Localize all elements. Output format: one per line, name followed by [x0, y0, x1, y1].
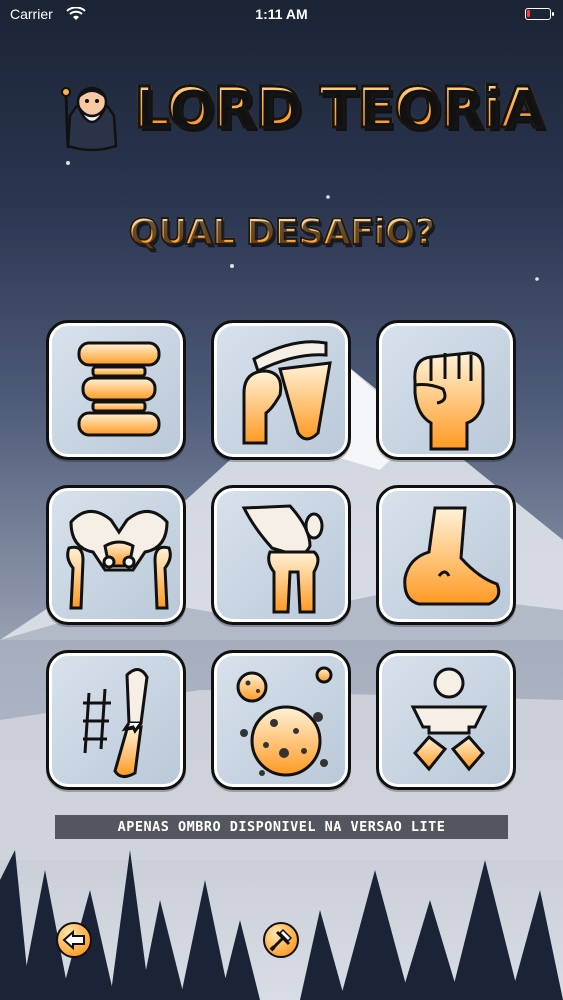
battery-icon	[525, 8, 554, 20]
shoulder-icon	[242, 340, 332, 445]
back-button[interactable]	[56, 922, 92, 958]
clock: 1:11 AM	[255, 6, 308, 22]
app-screen: Carrier 1:11 AM LORD TEORiA QUAL DESAFiO…	[0, 0, 563, 1000]
spine-icon	[77, 341, 161, 437]
challenge-grid	[46, 320, 518, 790]
knee-icon	[241, 504, 324, 614]
app-title: LORD TEORiA	[132, 75, 545, 143]
challenge-tile-hip[interactable]	[46, 485, 186, 625]
app-logo: LORD TEORiA	[52, 70, 546, 155]
challenge-tile-spine[interactable]	[46, 320, 186, 460]
challenge-tile-shoulder[interactable]	[211, 320, 351, 460]
wizard-mascot-icon	[61, 86, 118, 152]
foot-icon	[403, 506, 501, 606]
challenge-tile-tumor[interactable]	[211, 650, 351, 790]
status-bar: Carrier 1:11 AM	[0, 0, 563, 28]
lite-version-notice: APENAS OMBRO DISPONIVEL NA VERSAO LITE	[55, 815, 508, 839]
challenge-tile-pediatric[interactable]	[376, 650, 516, 790]
page-title: QUAL DESAFiO?	[0, 211, 563, 254]
tools-button[interactable]	[263, 922, 299, 958]
hand-fist-icon	[413, 351, 485, 451]
challenge-tile-hand[interactable]	[376, 320, 516, 460]
pelvis-hip-icon	[66, 510, 172, 610]
hammer-wrench-icon	[269, 928, 293, 952]
back-arrow-icon	[62, 929, 85, 951]
challenge-tile-fracture[interactable]	[46, 650, 186, 790]
bone-tumor-icon	[236, 666, 333, 777]
bone-fracture-icon	[83, 668, 149, 778]
pediatric-icon	[410, 667, 488, 772]
challenge-tile-foot[interactable]	[376, 485, 516, 625]
challenge-tile-knee[interactable]	[211, 485, 351, 625]
